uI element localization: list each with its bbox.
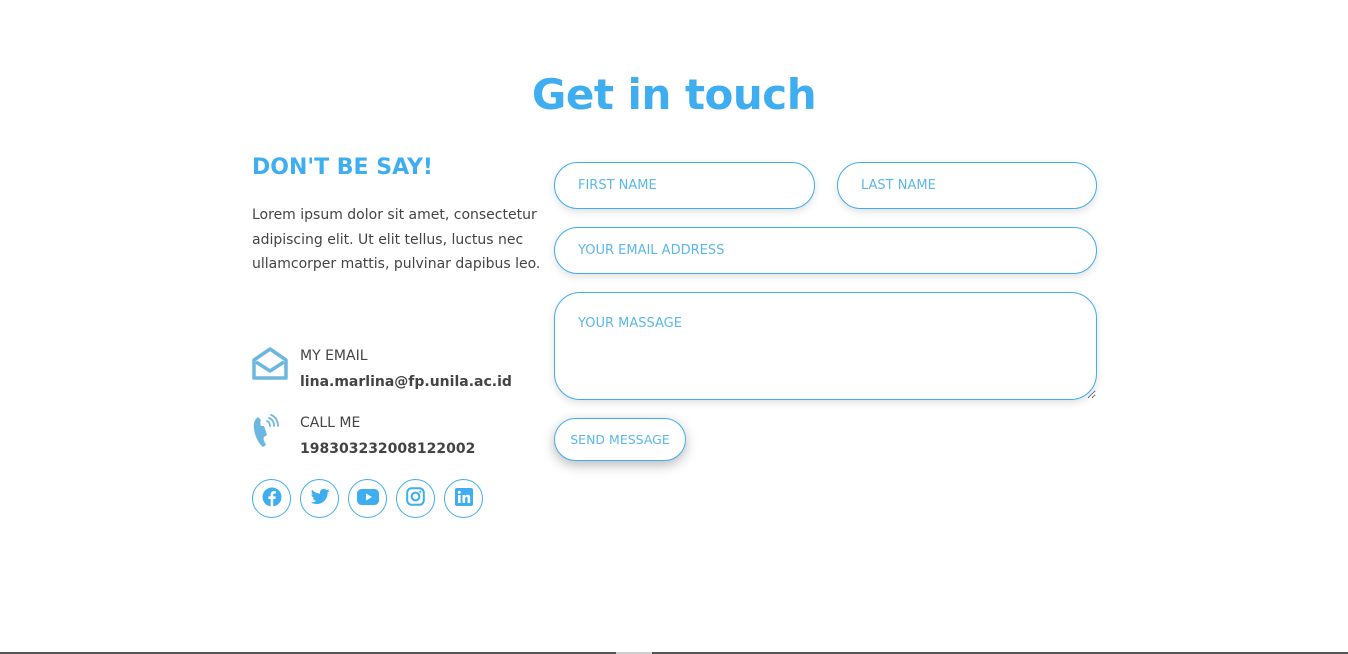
message-textarea[interactable] (554, 292, 1097, 400)
youtube-link[interactable] (348, 479, 387, 518)
last-name-input[interactable] (837, 162, 1097, 209)
info-heading: DON'T BE SAY! (252, 155, 433, 180)
linkedin-link[interactable] (444, 479, 483, 518)
phone-value: 198303232008122002 (300, 441, 476, 457)
email-text: MY EMAIL lina.marlina@fp.unila.ac.id (300, 346, 512, 392)
contact-section: Get in touch DON'T BE SAY! Lorem ipsum d… (0, 0, 1348, 654)
social-links (252, 479, 483, 518)
send-message-button[interactable]: SEND MESSAGE (554, 418, 686, 461)
facebook-icon (262, 487, 282, 511)
email-address-input[interactable] (554, 227, 1097, 274)
email-contact-row: MY EMAIL lina.marlina@fp.unila.ac.id (252, 346, 512, 392)
instagram-icon (406, 487, 425, 510)
twitter-icon (310, 488, 330, 510)
phone-label: CALL ME (300, 415, 361, 431)
section-title: Get in touch (531, 70, 817, 119)
contact-info-panel: DON'T BE SAY! Lorem ipsum dolor sit amet… (252, 153, 542, 518)
youtube-icon (356, 488, 379, 509)
phone-text: CALL ME 198303232008122002 (300, 413, 475, 459)
instagram-link[interactable] (396, 479, 435, 518)
linkedin-icon (454, 487, 473, 510)
envelope-open-icon (252, 346, 288, 382)
phone-ringing-icon (252, 413, 288, 449)
email-value: lina.marlina@fp.unila.ac.id (300, 374, 512, 390)
facebook-link[interactable] (252, 479, 291, 518)
info-paragraph: Lorem ipsum dolor sit amet, consectetur … (252, 207, 541, 272)
phone-contact-row: CALL ME 198303232008122002 (252, 413, 475, 459)
email-label: MY EMAIL (300, 348, 368, 364)
twitter-link[interactable] (300, 479, 339, 518)
first-name-input[interactable] (554, 162, 815, 209)
